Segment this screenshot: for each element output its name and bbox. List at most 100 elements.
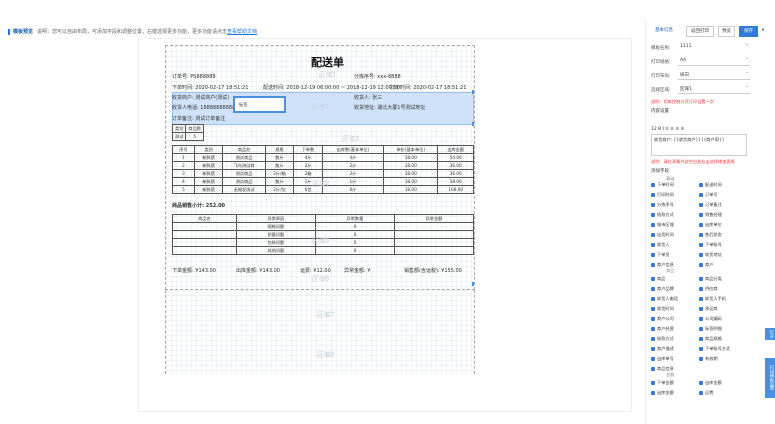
field-checkbox[interactable]: 收货人手机 (699, 296, 726, 302)
content-textarea[interactable]: 收货商户: {{收货商户}}{{商户ID}} (651, 134, 747, 156)
size-select[interactable]: A4 (678, 56, 750, 66)
checkbox-icon (651, 263, 655, 267)
field-checkbox[interactable]: 承运商 (699, 306, 718, 312)
cell (172, 246, 237, 255)
watermark: 区域2 (311, 103, 330, 111)
save-button[interactable]: 保存 (739, 26, 758, 37)
field-checkbox[interactable]: 售后状态 (699, 232, 722, 238)
field-checkbox[interactable]: 分拣序号 (651, 202, 674, 208)
field-checkbox[interactable]: 商品分类 (699, 276, 722, 282)
field-checkbox[interactable]: 销售经理 (699, 212, 722, 218)
warn-text: 说明：用来控制分页打印设置一次 (651, 99, 714, 104)
field-checkbox[interactable]: 配送时间 (699, 182, 722, 188)
back-print-button[interactable]: 返回打印 (686, 26, 714, 37)
address[interactable]: 收货地址: 湖北大厦1号测试地址 (354, 104, 425, 111)
table-row[interactable]: 2 新鲜蔬 飞鸟测试商 散斤 2斤 2斤 18.00 36.00 (172, 161, 474, 170)
field-checkbox[interactable]: 出库金额 (651, 390, 674, 396)
table-row[interactable]: 规格问题 0 (172, 222, 474, 231)
field-checkbox[interactable]: 下单账号方式 (699, 346, 730, 352)
resize-handle[interactable] (472, 122, 474, 126)
field-checkbox[interactable]: 出库单位 (699, 222, 722, 228)
order-remark[interactable]: 订单备注: 测试订单备注 (172, 115, 225, 122)
name-field[interactable]: 1111 (678, 42, 750, 52)
field-checkbox[interactable]: 标签明细 (699, 326, 722, 332)
field-checkbox[interactable]: 订单备注 (699, 202, 722, 208)
field-checkbox[interactable]: 下单账号 (699, 242, 722, 248)
resize-handle[interactable] (472, 282, 474, 286)
field-checkbox[interactable]: 收货地址 (699, 252, 722, 258)
footer-freight[interactable]: 运费: ¥12.00 (300, 267, 331, 274)
top-bar: 模板预览 说明：您可以自由布局，可添加字段和调整位置，右键选择更多功能，更多功能请… (0, 0, 640, 38)
field-checkbox[interactable]: 商户 (699, 262, 713, 268)
field-checkbox[interactable]: 结款方式 (651, 336, 674, 342)
field-checkbox[interactable]: 收货时间 (651, 306, 674, 312)
field-label: 承运商 (705, 306, 718, 311)
field-checkbox[interactable]: 收货人 (651, 242, 670, 248)
template-settings-side-tab[interactable]: 打印模板设置 (765, 358, 775, 398)
field-checkbox[interactable]: 商品规格 (699, 336, 722, 342)
field-checkbox[interactable]: 商户公司 (651, 316, 674, 322)
receiver[interactable]: 收货人: 张三 (354, 94, 382, 101)
field-checkbox[interactable]: 运费 (699, 390, 713, 396)
cell (393, 222, 474, 231)
preview-button[interactable]: 预览 (718, 26, 735, 37)
paper-page-continued[interactable]: 区域7 区域8 (165, 290, 475, 374)
field-checkbox[interactable]: 下单时间 (651, 182, 674, 188)
field-checkbox[interactable]: 商户经营 (651, 326, 674, 332)
tab-basic[interactable]: 基本信息 (649, 26, 679, 37)
open-side-tab[interactable]: 打开 (765, 328, 775, 340)
checkbox-icon (651, 223, 655, 227)
text-editor-popup[interactable]: 标签 (233, 96, 286, 113)
table-row[interactable]: 1 新鲜蔬 测试商品 散斤 4斤 4斤 18.00 54.00 (172, 153, 474, 162)
field-checkbox[interactable]: 出货时间 (651, 232, 674, 238)
ship-time[interactable]: 配送时间: 2018-12-19 06:00:00 ~ 2018-12-19 1… (263, 84, 400, 91)
field-checkbox[interactable]: 订单号 (699, 192, 718, 198)
footer-order-amount[interactable]: 下单金额: ¥143.00 (172, 267, 216, 274)
dir-select[interactable]: 纵向 (678, 70, 750, 80)
footer-out-amount[interactable]: 出库金额: ¥143.00 (236, 267, 280, 274)
field-checkbox[interactable]: 结款方式 (651, 212, 674, 218)
footer-sales[interactable]: 销售额(含运税): ¥155.00 (404, 267, 462, 274)
field-label: 商户公司 (657, 316, 674, 321)
receiver-phone[interactable]: 收货人电话: 18888888888 (172, 104, 235, 111)
shop-name[interactable]: 收货商户: 测试商户(测试) (172, 94, 229, 101)
order-no[interactable]: 订单号: PS888888 (172, 73, 216, 80)
paper-page[interactable]: 配送单 区域1 订单号: PS888888 分拣序号: xxx-8888 下单时… (165, 45, 475, 290)
category-table[interactable]: 类别 商品数 测试 5 (171, 124, 204, 141)
table-row[interactable]: 3 新鲜蔬 测试商品 2斤/箱 2箱 2斤 18.00 36.00 (172, 169, 474, 178)
field-label: 商品分类 (705, 276, 722, 281)
subtotal[interactable]: 商品销售小计: 252.00 (172, 202, 225, 209)
field-checkbox[interactable]: 商户品牌 (651, 286, 674, 292)
checkbox-icon (651, 337, 655, 341)
help-link[interactable]: 查看帮助文档 (227, 29, 257, 35)
field-label: 下单账号方式 (705, 346, 731, 351)
field-checkbox[interactable]: 下单金额 (651, 380, 674, 386)
cell: 1斤 (321, 177, 385, 186)
cell: 商品数 (185, 124, 204, 133)
cell (172, 222, 237, 231)
field-checkbox[interactable]: 下单员 (651, 252, 670, 258)
field-checkbox[interactable]: 出库金额 (699, 380, 722, 386)
footer-exception[interactable]: 异常金额: ¥ (344, 267, 370, 274)
format-toolbar[interactable]: 12 B I U ≡ ≡ ≡ (651, 127, 684, 132)
field-checkbox[interactable]: 供应商 (699, 286, 718, 292)
field-checkbox[interactable]: 商品 (651, 276, 665, 282)
table-row[interactable]: 其他问题 0 (172, 246, 474, 255)
field-checkbox[interactable]: 有效期 (699, 356, 718, 362)
field-checkbox[interactable]: 公司编码 (699, 316, 722, 322)
field-checkbox[interactable]: 收货人电话 (651, 296, 678, 302)
field-checkbox[interactable]: 商户描述 (651, 346, 674, 352)
region-select[interactable]: 区域1 (678, 84, 750, 94)
order-time[interactable]: 下单时间: 2020-02-17 18:51:21 (172, 84, 248, 91)
field-checkbox[interactable]: 出库单号 (651, 356, 674, 362)
chevron-down-icon[interactable]: ▾ (759, 26, 767, 37)
exception-table[interactable]: 商品名 异常原因 异常数量 异常金额 规格问题 0 质量问题 0 包装问题 0 其他问题 0 (172, 214, 474, 255)
split-no[interactable]: 分拣序号: xxx-8888 (354, 73, 401, 80)
field-checkbox[interactable]: 打印时间 (651, 192, 674, 198)
resize-handle[interactable] (472, 90, 474, 94)
field-checkbox[interactable]: 城市区域 (651, 222, 674, 228)
cell: 4斤 (321, 153, 385, 162)
doc-title[interactable]: 配送单 (311, 54, 344, 70)
print-time[interactable]: 打印时间: 2020-02-17 18:51:21 (390, 84, 466, 91)
field-label: 出库单位 (705, 222, 722, 227)
